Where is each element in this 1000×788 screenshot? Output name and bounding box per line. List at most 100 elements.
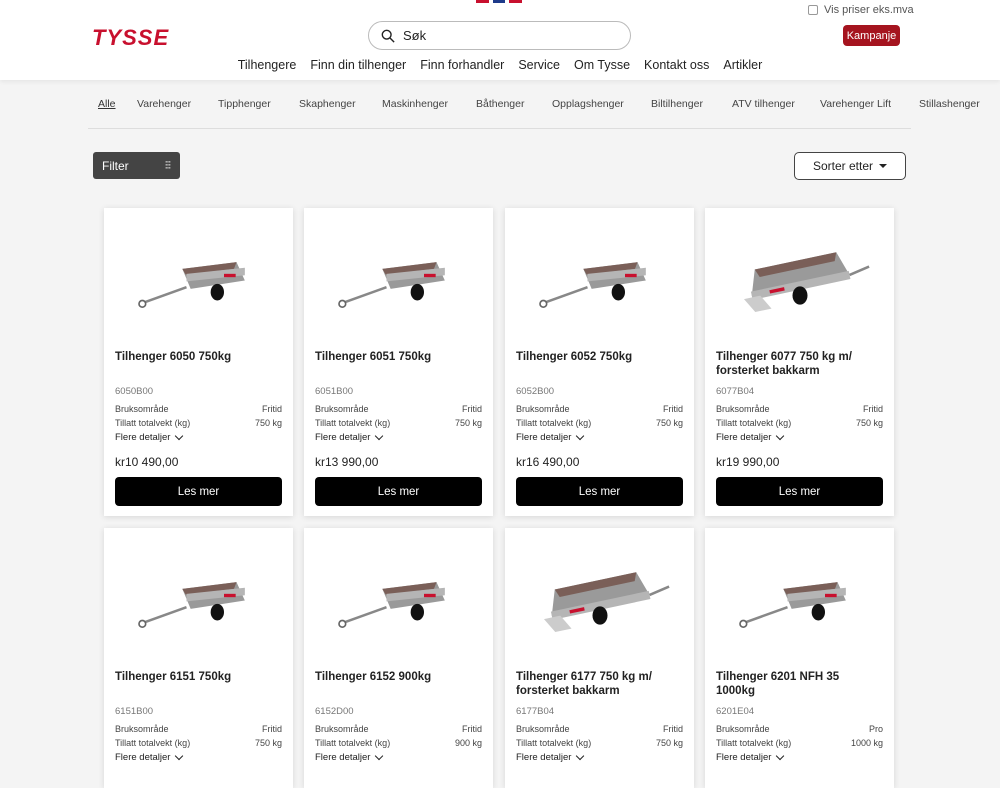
more-details-toggle[interactable]: Flere detaljer bbox=[315, 431, 384, 443]
nav-item-finn-forhandler[interactable]: Finn forhandler bbox=[418, 58, 506, 72]
more-details-toggle[interactable]: Flere detaljer bbox=[115, 751, 184, 763]
category-tab-bathenger[interactable]: Båthenger bbox=[476, 98, 524, 110]
more-details-toggle[interactable]: Flere detaljer bbox=[115, 431, 184, 443]
nav-item-om-tysse[interactable]: Om Tysse bbox=[572, 58, 632, 72]
more-details-toggle[interactable]: Flere detaljer bbox=[716, 431, 785, 443]
product-card[interactable]: Tilhenger 6077 750 kg m/ forsterket bakk… bbox=[705, 208, 894, 516]
vat-checkbox[interactable] bbox=[808, 5, 818, 15]
more-details-label: Flere detaljer bbox=[115, 752, 171, 763]
trailer-image[interactable] bbox=[124, 548, 274, 658]
usage-label: Bruksområde bbox=[115, 724, 169, 734]
more-details-toggle[interactable]: Flere detaljer bbox=[516, 751, 585, 763]
trailer-image[interactable] bbox=[324, 548, 474, 658]
more-details-label: Flere detaljer bbox=[315, 432, 371, 443]
read-more-button[interactable]: Les mer bbox=[516, 477, 683, 506]
category-tab-atv-tilhenger[interactable]: ATV tilhenger bbox=[732, 98, 795, 110]
chevron-down-icon bbox=[175, 431, 184, 441]
category-tab-alle[interactable]: Alle bbox=[98, 98, 116, 110]
product-title[interactable]: Tilhenger 6177 750 kg m/ forsterket bakk… bbox=[516, 670, 676, 698]
category-tab-varehenger-lift[interactable]: Varehenger Lift bbox=[820, 98, 891, 110]
weight-label: Tillatt totalvekt (kg) bbox=[516, 418, 592, 428]
chevron-down-icon bbox=[375, 751, 384, 761]
usage-value: Fritid bbox=[262, 404, 282, 414]
weight-value: 750 kg bbox=[655, 418, 683, 428]
usage-row: Bruksområde Fritid bbox=[516, 724, 683, 734]
product-card[interactable]: Tilhenger 6051 750kg 6051B00 Bruksområde Fr… bbox=[304, 208, 493, 516]
category-divider bbox=[88, 128, 911, 129]
product-title[interactable]: Tilhenger 6077 750 kg m/ forsterket bakk… bbox=[716, 350, 876, 378]
category-tab-opplagshenger[interactable]: Opplagshenger bbox=[552, 98, 624, 110]
category-tab-varehenger[interactable]: Varehenger bbox=[137, 98, 191, 110]
nav-item-kontakt-oss[interactable]: Kontakt oss bbox=[642, 58, 711, 72]
sort-dropdown[interactable]: Sorter etter bbox=[794, 152, 906, 180]
product-title[interactable]: Tilhenger 6052 750kg bbox=[516, 350, 676, 364]
product-card[interactable]: Tilhenger 6201 NFH 35 1000kg 6201E04 Bruks… bbox=[705, 528, 894, 788]
usage-value: Fritid bbox=[863, 404, 883, 414]
usage-value: Fritid bbox=[262, 724, 282, 734]
filter-label: Filter bbox=[102, 158, 129, 173]
weight-label: Tillatt totalvekt (kg) bbox=[115, 738, 191, 748]
product-title[interactable]: Tilhenger 6051 750kg bbox=[315, 350, 475, 364]
product-card[interactable]: Tilhenger 6050 750kg 6050B00 Bruksområde Fr… bbox=[104, 208, 293, 516]
search-bar[interactable] bbox=[368, 21, 631, 50]
usage-value: Pro bbox=[868, 724, 883, 734]
sliders-icon: ⫶⫶⫶ bbox=[164, 160, 171, 172]
weight-label: Tillatt totalvekt (kg) bbox=[315, 738, 391, 748]
usage-value: Fritid bbox=[462, 404, 482, 414]
trailer-image[interactable] bbox=[525, 228, 675, 338]
usage-label: Bruksområde bbox=[315, 724, 369, 734]
category-tab-maskinhenger[interactable]: Maskinhenger bbox=[382, 98, 448, 110]
weight-value: 900 kg bbox=[454, 738, 482, 748]
chevron-down-icon bbox=[776, 431, 785, 441]
trailer-image[interactable] bbox=[725, 228, 875, 338]
usage-row: Bruksområde Fritid bbox=[115, 724, 282, 734]
weight-value: 750 kg bbox=[454, 418, 482, 428]
product-title[interactable]: Tilhenger 6152 900kg bbox=[315, 670, 475, 684]
usage-label: Bruksområde bbox=[516, 724, 570, 734]
category-tab-biltilhenger[interactable]: Biltilhenger bbox=[651, 98, 703, 110]
more-details-toggle[interactable]: Flere detaljer bbox=[516, 431, 585, 443]
filter-button[interactable]: Filter ⫶⫶⫶ bbox=[93, 152, 180, 179]
product-card[interactable]: Tilhenger 6177 750 kg m/ forsterket bakk… bbox=[505, 528, 694, 788]
weight-label: Tillatt totalvekt (kg) bbox=[115, 418, 191, 428]
more-details-label: Flere detaljer bbox=[716, 432, 772, 443]
more-details-toggle[interactable]: Flere detaljer bbox=[315, 751, 384, 763]
category-tab-stillashenger[interactable]: Stillashenger bbox=[919, 98, 980, 110]
trailer-image[interactable] bbox=[124, 228, 274, 338]
product-card[interactable]: Tilhenger 6052 750kg 6052B00 Bruksområde Fr… bbox=[505, 208, 694, 516]
tysse-logo[interactable]: TYSSE bbox=[92, 25, 169, 51]
usage-value: Fritid bbox=[462, 724, 482, 734]
nav-item-finn-din-tilhenger[interactable]: Finn din tilhenger bbox=[308, 58, 408, 72]
usage-label: Bruksområde bbox=[115, 404, 169, 414]
search-input[interactable] bbox=[403, 28, 603, 43]
weight-row: Tillatt totalvekt (kg) 900 kg bbox=[315, 738, 482, 748]
nav-item-artikler[interactable]: Artikler bbox=[721, 58, 764, 72]
main-nav: Tilhengere Finn din tilhenger Finn forha… bbox=[0, 58, 1000, 72]
usage-row: Bruksområde Fritid bbox=[516, 404, 683, 414]
trailer-image[interactable] bbox=[725, 548, 875, 658]
more-details-toggle[interactable]: Flere detaljer bbox=[716, 751, 785, 763]
vat-toggle[interactable]: Vis priser eks.mva bbox=[808, 4, 914, 16]
product-sku: 6051B00 bbox=[315, 386, 354, 397]
product-price: kr13 990,00 bbox=[315, 455, 379, 469]
language-flag-icon[interactable] bbox=[476, 0, 523, 3]
product-title[interactable]: Tilhenger 6151 750kg bbox=[115, 670, 275, 684]
nav-item-tilhengere[interactable]: Tilhengere bbox=[236, 58, 299, 72]
product-card[interactable]: Tilhenger 6151 750kg 6151B00 Bruksområde Fr… bbox=[104, 528, 293, 788]
read-more-button[interactable]: Les mer bbox=[315, 477, 482, 506]
product-card[interactable]: Tilhenger 6152 900kg 6152D00 Bruksområde Fr… bbox=[304, 528, 493, 788]
product-title[interactable]: Tilhenger 6050 750kg bbox=[115, 350, 275, 364]
read-more-button[interactable]: Les mer bbox=[716, 477, 883, 506]
usage-label: Bruksområde bbox=[716, 724, 770, 734]
campaign-button[interactable]: Kampanje bbox=[843, 25, 900, 46]
trailer-image[interactable] bbox=[324, 228, 474, 338]
product-price: kr16 490,00 bbox=[516, 455, 580, 469]
category-tab-tipphenger[interactable]: Tipphenger bbox=[218, 98, 271, 110]
category-tab-skaphenger[interactable]: Skaphenger bbox=[299, 98, 356, 110]
weight-label: Tillatt totalvekt (kg) bbox=[315, 418, 391, 428]
product-title[interactable]: Tilhenger 6201 NFH 35 1000kg bbox=[716, 670, 876, 698]
nav-item-service[interactable]: Service bbox=[516, 58, 562, 72]
trailer-image[interactable] bbox=[525, 548, 675, 658]
usage-row: Bruksområde Fritid bbox=[315, 404, 482, 414]
read-more-button[interactable]: Les mer bbox=[115, 477, 282, 506]
